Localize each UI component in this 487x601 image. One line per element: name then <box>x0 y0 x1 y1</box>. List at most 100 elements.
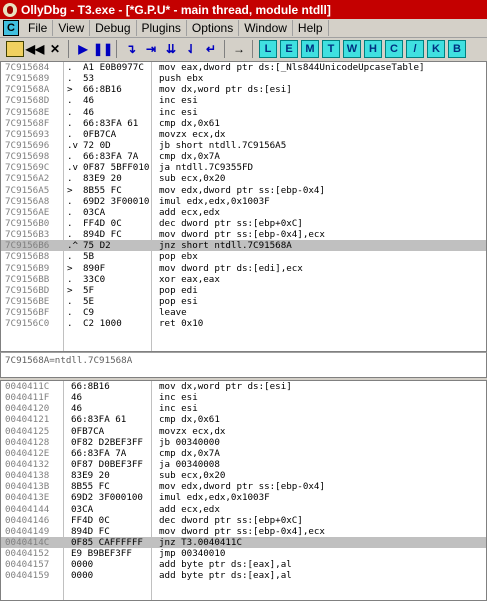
patches-button[interactable]: / <box>406 40 424 58</box>
instruction-cell: ret 0x10 <box>159 318 204 330</box>
disasm-row[interactable]: 7C9156BD >5F pop edi <box>1 285 486 296</box>
menu-plugins[interactable]: Plugins <box>137 20 187 36</box>
trace-over-icon[interactable]: ⇃ <box>182 40 200 58</box>
disasm-row[interactable]: 7C915698. 66:83FA 7A cmp dx,0x7A <box>1 151 486 162</box>
flow-marker-cell: . <box>67 73 73 85</box>
cpu-window-button[interactable]: C <box>3 20 19 36</box>
disasm-row[interactable]: 00404138 83E9 20 sub ecx,0x20 <box>1 470 486 481</box>
disasm-row[interactable]: 0040414C 0F85 CAFFFFFF jnz T3.0040411C <box>1 536 486 549</box>
disasm-row[interactable]: 7C915696 .v 72 0D jb short ntdll.7C9156A5 <box>1 140 486 151</box>
disasm-row[interactable]: 7C91568E. 46 inc esi <box>1 107 486 118</box>
hex-bytes-cell: 894D FC <box>83 229 122 241</box>
log-window-button[interactable]: L <box>259 40 277 58</box>
handles-button[interactable]: H <box>364 40 382 58</box>
instruction-cell: jb 00340000 <box>159 436 220 448</box>
disasm-row[interactable]: 0040413B 8B55 FC mov edx,dword ptr ss:[ebp… <box>1 481 486 492</box>
menu-debug[interactable]: Debug <box>90 20 137 36</box>
disasm-row[interactable]: 7C9156BE. 5E pop esi <box>1 296 486 307</box>
disasm-row[interactable]: 0040413E 69D2 3F000100 imul edx,edx,0x1003… <box>1 492 486 503</box>
disasm-row[interactable]: 7C9156BB. 33C0 xor eax,eax <box>1 274 486 285</box>
disassembly-pane[interactable]: 7C915684. A1 E0B0977C mov eax,dword ptr ds… <box>0 61 487 352</box>
disasm-row[interactable]: 7C91569C .v 0F87 5BFF010 ja ntdll.7C9355FD <box>1 162 486 173</box>
hex-bytes-cell: 5E <box>83 295 95 307</box>
instruction-cell: jb short ntdll.7C9156A5 <box>159 139 287 151</box>
disasm-row[interactable]: 0040411F 46 inc esi <box>1 392 486 403</box>
disasm-row[interactable]: 7C9156A5 >8B55 FC mov edx,dword ptr ss:[eb… <box>1 185 486 196</box>
disasm-row[interactable]: 00404120 46 inc esi <box>1 403 486 414</box>
disasm-row[interactable]: 7C91568A >66:8B16 mov dx,word ptr ds:[esi] <box>1 84 486 95</box>
step-over-icon[interactable]: ⇥ <box>142 40 160 58</box>
disasm-row[interactable]: 00404157 0000 add byte ptr ds:[eax],al <box>1 559 486 570</box>
info-text: 7C91568A=ntdll.7C91568A <box>5 355 133 366</box>
memory-map-button[interactable]: M <box>301 40 319 58</box>
disasm-row[interactable]: 00404128 0F82 D2BEF3FF jb 00340000 <box>1 437 486 448</box>
disasm-row[interactable]: 7C9156A2. 83E9 20 sub ecx,0x20 <box>1 173 486 184</box>
close-icon[interactable]: ✕ <box>46 40 64 58</box>
disasm-row[interactable]: 0040412E 66:83FA 7A cmp dx,0x7A <box>1 448 486 459</box>
hex-bytes-cell: 75 D2 <box>83 240 111 252</box>
hex-bytes-cell: 53 <box>83 73 95 85</box>
disasm-row[interactable]: 00404144 03CA add ecx,edx <box>1 504 486 515</box>
executable-modules-button[interactable]: E <box>280 40 298 58</box>
disasm-row[interactable]: 7C9156B6 .^ 75 D2 jnz short ntdll.7C91568A <box>1 240 486 252</box>
execute-till-return-icon[interactable]: ↵ <box>202 40 220 58</box>
dump-pane[interactable]: 0040411C 66:8B16 mov dx,word ptr ds:[esi] 0… <box>0 380 487 601</box>
disasm-row[interactable]: 7C9156BF. C9 leave <box>1 307 486 318</box>
hex-bytes-cell: 66:83FA 7A <box>83 151 139 163</box>
disasm-row[interactable]: 0040411C 66:8B16 mov dx,word ptr ds:[esi] <box>1 381 486 392</box>
disasm-row[interactable]: 7C9156B3. 894D FC mov dword ptr ss:[ebp-0x… <box>1 229 486 240</box>
threads-button[interactable]: T <box>322 40 340 58</box>
flow-marker-cell: . <box>67 151 73 163</box>
run-icon[interactable]: ▶ <box>74 40 92 58</box>
instruction-cell: xor eax,eax <box>159 273 220 285</box>
disasm-row[interactable]: 00404125 0FB7CA movzx ecx,dx <box>1 426 486 437</box>
app-icon[interactable] <box>3 2 17 17</box>
menu-file[interactable]: File <box>23 20 54 36</box>
rewind-icon[interactable]: ◀◀ <box>26 40 44 58</box>
windows-button[interactable]: W <box>343 40 361 58</box>
goto-icon[interactable]: → <box>230 40 248 58</box>
breakpoints-button[interactable]: B <box>448 40 466 58</box>
disasm-row[interactable]: 7C9156B0. FF4D 0C dec dword ptr ss:[ebp+0x… <box>1 218 486 229</box>
disasm-row[interactable]: 00404152 E9 B9BEF3FF jmp 00340010 <box>1 548 486 559</box>
disasm-row[interactable]: 7C915684. A1 E0B0977C mov eax,dword ptr ds… <box>1 62 486 73</box>
disasm-row[interactable]: 00404159 0000 add byte ptr ds:[eax],al <box>1 570 486 581</box>
instruction-cell: jmp 00340010 <box>159 548 226 560</box>
instruction-cell: inc esi <box>159 95 198 107</box>
disasm-row[interactable]: 7C9156B9 >890F mov dword ptr ds:[edi],ecx <box>1 263 486 274</box>
step-into-icon[interactable]: ↴ <box>122 40 140 58</box>
address-cell: 00404144 <box>5 503 50 515</box>
flow-marker-cell: > <box>67 184 73 196</box>
hex-bytes-cell: 0F82 D2BEF3FF <box>71 436 143 448</box>
disasm-row[interactable]: 7C91568D. 46 inc esi <box>1 95 486 106</box>
hex-bytes-cell: 83E9 20 <box>71 470 110 482</box>
disasm-row[interactable]: 00404132 0F87 D0BEF3FF ja 00340008 <box>1 459 486 470</box>
instruction-cell: add byte ptr ds:[eax],al <box>159 559 292 571</box>
hex-bytes-cell: 5F <box>83 284 95 296</box>
disasm-row[interactable]: 7C9156A8. 69D2 3F00010 imul edx,edx,0x1003… <box>1 196 486 207</box>
call-stack-button[interactable]: K <box>427 40 445 58</box>
hex-bytes-cell: 8B55 FC <box>71 481 110 493</box>
disasm-row[interactable]: 7C91568F. 66:83FA 61 cmp dx,0x61 <box>1 118 486 129</box>
disasm-row[interactable]: 00404146 FF4D 0C dec dword ptr ss:[ebp+0xC… <box>1 515 486 526</box>
menu-window[interactable]: Window <box>239 20 293 36</box>
disasm-row[interactable]: 7C915693. 0FB7CA movzx ecx,dx <box>1 129 486 140</box>
hex-bytes-cell: 72 0D <box>83 139 111 151</box>
cpu-button[interactable]: C <box>385 40 403 58</box>
trace-into-icon[interactable]: ⇊ <box>162 40 180 58</box>
pause-icon[interactable]: ❚❚ <box>93 40 113 58</box>
menu-options[interactable]: Options <box>187 20 240 36</box>
hex-bytes-cell: 0000 <box>71 570 94 582</box>
disasm-row[interactable]: 7C9156B8. 5B pop ebx <box>1 251 486 262</box>
flow-marker-cell: . <box>67 62 73 73</box>
disasm-row[interactable]: 7C9156AE. 03CA add ecx,edx <box>1 207 486 218</box>
disasm-row[interactable]: 7C915689. 53 push ebx <box>1 73 486 84</box>
address-cell: 7C9156BD <box>5 284 50 296</box>
disasm-row[interactable]: 7C9156C0. C2 1000 ret 0x10 <box>1 318 486 329</box>
open-icon[interactable] <box>6 41 24 57</box>
flow-marker-cell: . <box>67 273 73 285</box>
disasm-row[interactable]: 00404149 894D FC mov dword ptr ss:[ebp-0x4… <box>1 526 486 537</box>
disasm-row[interactable]: 00404121 66:83FA 61 cmp dx,0x61 <box>1 414 486 425</box>
menu-help[interactable]: Help <box>293 20 329 36</box>
menu-view[interactable]: View <box>53 20 91 36</box>
